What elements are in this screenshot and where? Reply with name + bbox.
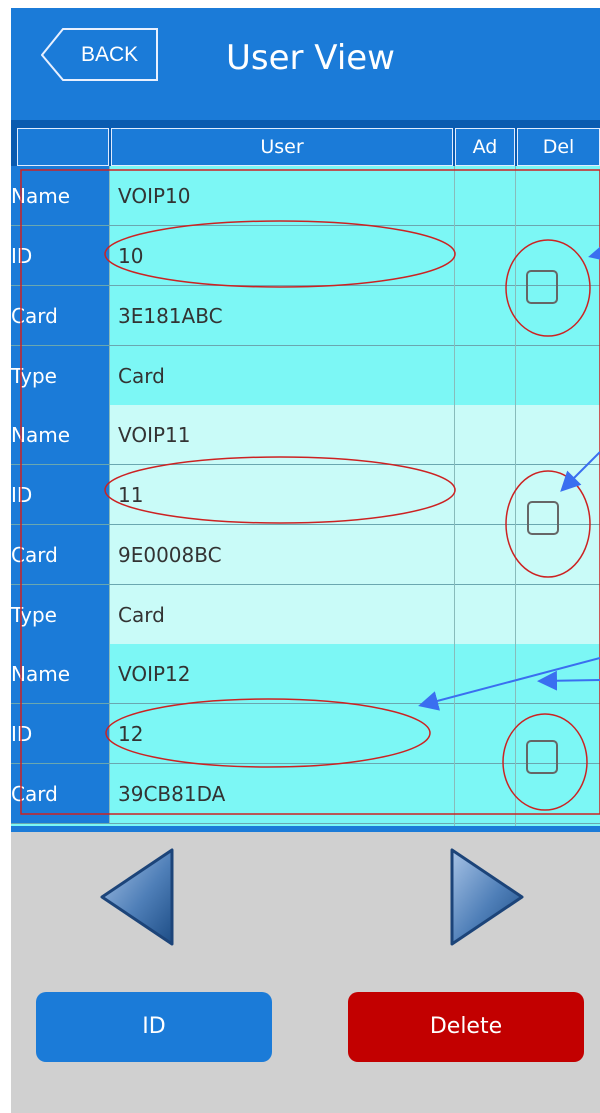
triangle-left-icon[interactable]: [97, 846, 177, 948]
field-label: Name: [11, 405, 109, 464]
user-record: Name VOIP11 ID 11 Card 9E0008BC Type Car…: [11, 405, 600, 645]
field-value: VOIP10: [109, 166, 454, 225]
table-body: Name VOIP10 ID 10 Card 3E181ABC Type Car…: [11, 166, 600, 832]
field-value: 10: [109, 226, 454, 285]
column-header-del: Del: [517, 128, 600, 166]
field-label: Name: [11, 166, 109, 225]
column-header-user: User: [111, 128, 453, 166]
field-value: VOIP12: [109, 644, 454, 703]
field-value: Card: [109, 346, 454, 406]
field-value: 11: [109, 465, 454, 524]
field-label: ID: [11, 226, 109, 285]
field-value: 12: [109, 704, 454, 763]
delete-cell: [516, 166, 600, 405]
field-value: 39CB81DA: [109, 764, 454, 823]
column-header-ad: Ad: [455, 128, 515, 166]
user-record: Name VOIP10 ID 10 Card 3E181ABC Type Car…: [11, 166, 600, 406]
triangle-right-icon[interactable]: [447, 846, 527, 948]
admin-cell: [454, 644, 516, 832]
field-label: ID: [11, 465, 109, 524]
delete-checkbox[interactable]: [527, 501, 559, 535]
user-view-screen: BACK User View User Ad Del Name VOIP10 I…: [11, 8, 600, 1113]
field-label: Card: [11, 286, 109, 345]
user-table: User Ad Del Name VOIP10 ID 10 Card 3E181…: [11, 120, 600, 832]
field-value: VOIP11: [109, 405, 454, 464]
admin-cell: [454, 405, 516, 644]
delete-cell: [516, 405, 600, 644]
field-label: Card: [11, 764, 109, 823]
field-label: Name: [11, 644, 109, 703]
field-label: Type: [11, 585, 109, 645]
back-button-label: BACK: [81, 43, 139, 66]
admin-cell: [454, 166, 516, 405]
field-label: Type: [11, 346, 109, 406]
delete-checkbox[interactable]: [526, 740, 558, 774]
delete-button[interactable]: Delete: [348, 992, 584, 1062]
delete-cell: [516, 644, 600, 832]
column-header-blank: [17, 128, 109, 166]
field-value: 3E181ABC: [109, 286, 454, 345]
page-title: User View: [226, 38, 395, 78]
field-value: 9E0008BC: [109, 525, 454, 584]
field-value: Card: [109, 585, 454, 645]
id-button[interactable]: ID: [36, 992, 272, 1062]
header-bar: BACK User View: [11, 8, 600, 120]
field-label: ID: [11, 704, 109, 763]
user-record: Name VOIP12 ID 12 Card 39CB81DA: [11, 644, 600, 832]
table-footer-strip: [11, 826, 600, 832]
table-header: User Ad Del: [11, 120, 600, 166]
delete-checkbox[interactable]: [526, 270, 558, 304]
back-button[interactable]: BACK: [41, 28, 158, 81]
field-label: Card: [11, 525, 109, 584]
